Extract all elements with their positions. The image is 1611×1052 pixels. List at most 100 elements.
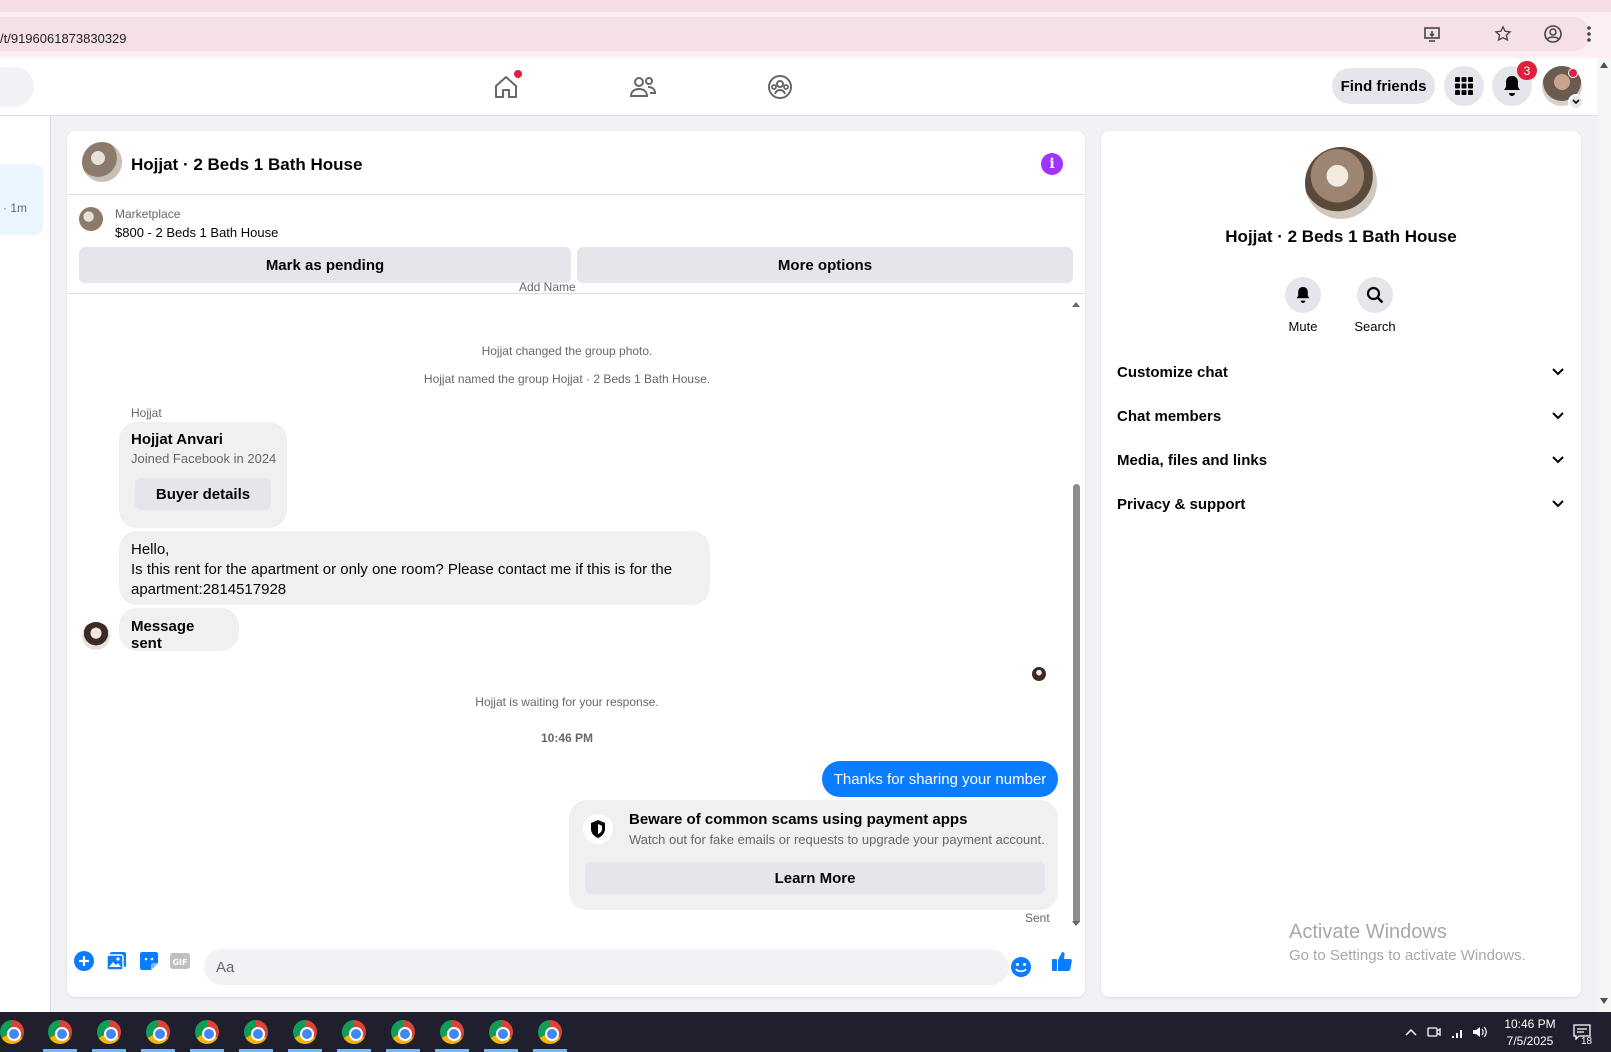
thumbs-up-icon[interactable] — [1050, 949, 1074, 973]
group-avatar[interactable] — [82, 142, 122, 182]
media-files-links-row[interactable]: Media, files and links — [1117, 438, 1565, 482]
more-options-button[interactable]: More options — [577, 247, 1073, 283]
outgoing-message[interactable]: Thanks for sharing your number — [822, 761, 1058, 797]
find-friends-button[interactable]: Find friends — [1332, 68, 1435, 104]
mute-label: Mute — [1288, 319, 1318, 334]
friends-icon[interactable] — [628, 72, 658, 102]
taskbar-time[interactable]: 10:46 PM — [1497, 1017, 1563, 1031]
home-notification-dot — [514, 70, 522, 78]
privacy-support-row[interactable]: Privacy & support — [1117, 482, 1565, 526]
timestamp: 10:46 PM — [540, 731, 594, 745]
search-action[interactable]: Search — [1335, 277, 1415, 334]
sticker-icon[interactable] — [137, 949, 161, 973]
chrome-icon[interactable] — [97, 1020, 121, 1044]
browser-top-strip — [0, 0, 1611, 12]
buyer-card: Hojjat Anvari Joined Facebook in 2024 Bu… — [119, 422, 287, 528]
sender-avatar[interactable] — [82, 622, 110, 650]
info-title: Hojjat · 2 Beds 1 Bath House — [1225, 227, 1457, 246]
buyer-details-button[interactable]: Buyer details — [135, 478, 271, 510]
incoming-message[interactable]: Hello, Is this rent for the apartment or… — [119, 531, 710, 605]
chat-list-item-active[interactable]: · 1m — [0, 164, 43, 235]
browser-address-bar: /t/9196061873830329 — [0, 12, 1611, 58]
conversation-info-panel: Hojjat · 2 Beds 1 Bath House Mute Search… — [1101, 131, 1581, 997]
chrome-icon[interactable] — [342, 1020, 366, 1044]
mark-as-pending-button[interactable]: Mark as pending — [79, 247, 571, 283]
bell-icon — [1285, 277, 1321, 313]
message-list: Add Name Hojjat changed the group photo.… — [67, 280, 1085, 933]
facebook-top-nav: Find friends 3 — [0, 58, 1597, 116]
plus-circle-icon[interactable] — [72, 949, 96, 973]
message-line: Is this rent for the apartment or only o… — [131, 561, 673, 598]
volume-icon[interactable] — [1472, 1024, 1488, 1040]
scam-description: Watch out for fake emails or requests to… — [629, 832, 1045, 847]
system-note-named: Hojjat named the group Hojjat · 2 Beds 1… — [423, 372, 711, 386]
network-icon[interactable] — [1450, 1024, 1466, 1040]
chat-members-row[interactable]: Chat members — [1117, 394, 1565, 438]
account-icon[interactable] — [1543, 24, 1563, 44]
search-pill[interactable] — [0, 67, 34, 107]
menu-kebab-icon[interactable] — [1579, 24, 1599, 44]
seen-indicator-avatar — [1032, 667, 1046, 681]
scroll-up-icon[interactable] — [1071, 300, 1081, 308]
message-composer: GIF Aa — [67, 933, 1085, 997]
chrome-icon[interactable] — [244, 1020, 268, 1044]
chrome-icon[interactable] — [0, 1020, 24, 1044]
url-field[interactable]: /t/9196061873830329 — [0, 17, 1590, 51]
info-icon[interactable]: i — [1041, 153, 1063, 175]
chevron-down-icon[interactable] — [1568, 94, 1584, 110]
conversation-panel: Hojjat · 2 Beds 1 Bath House i Marketpla… — [67, 131, 1085, 997]
scroll-down-icon[interactable] — [1600, 998, 1608, 1004]
groups-icon[interactable] — [765, 72, 795, 102]
search-label: Search — [1354, 319, 1396, 334]
menu-grid-button[interactable] — [1444, 66, 1484, 106]
marketplace-listing-bar: Marketplace $800 - 2 Beds 1 Bath House M… — [67, 195, 1085, 294]
activate-windows-subtitle: Go to Settings to activate Windows. — [1289, 947, 1526, 964]
scroll-thumb[interactable] — [1073, 484, 1080, 924]
chrome-icon[interactable] — [391, 1020, 415, 1044]
chrome-icon[interactable] — [293, 1020, 317, 1044]
chrome-icon[interactable] — [489, 1020, 513, 1044]
chrome-icon[interactable] — [440, 1020, 464, 1044]
listing-thumbnail[interactable] — [79, 207, 103, 231]
taskbar-date[interactable]: 7/5/2025 — [1497, 1034, 1563, 1048]
notification-center-count: 18 — [1581, 1036, 1593, 1047]
learn-more-button[interactable]: Learn More — [585, 862, 1045, 894]
listing-title[interactable]: $800 - 2 Beds 1 Bath House — [115, 225, 278, 240]
photo-icon[interactable] — [105, 949, 129, 973]
meet-now-icon[interactable] — [1426, 1024, 1442, 1040]
chrome-icon[interactable] — [146, 1020, 170, 1044]
shield-icon — [583, 814, 613, 844]
emoji-icon[interactable] — [1009, 955, 1033, 979]
row-label: Customize chat — [1117, 363, 1228, 381]
mute-action[interactable]: Mute — [1263, 277, 1343, 334]
clipped-actions-text: Add Name — [519, 280, 576, 294]
buyer-name: Hojjat Anvari — [131, 431, 223, 448]
tray-chevron-up-icon[interactable] — [1403, 1024, 1419, 1040]
scroll-up-icon[interactable] — [1600, 62, 1608, 68]
profile-notification-dot — [1568, 68, 1578, 78]
bell-icon — [1504, 76, 1520, 96]
chevron-down-icon — [1552, 412, 1564, 420]
message-input[interactable]: Aa — [204, 949, 1009, 985]
chrome-icon[interactable] — [195, 1020, 219, 1044]
chrome-icon[interactable] — [538, 1020, 562, 1044]
row-label: Privacy & support — [1117, 495, 1246, 513]
customize-chat-row[interactable]: Customize chat — [1117, 350, 1565, 394]
chevron-down-icon — [1552, 500, 1564, 508]
chevron-down-icon — [1552, 368, 1564, 376]
bookmark-star-icon[interactable] — [1493, 24, 1513, 44]
gif-icon[interactable]: GIF — [168, 949, 192, 973]
windows-taskbar: 10:46 PM 7/5/2025 18 — [0, 1012, 1611, 1052]
conversation-title[interactable]: Hojjat · 2 Beds 1 Bath House — [131, 155, 362, 175]
install-app-icon[interactable] — [1422, 24, 1442, 44]
url-text: /t/9196061873830329 — [0, 31, 127, 46]
message-sent-bubble[interactable]: Message sent — [119, 608, 239, 652]
scam-title: Beware of common scams using payment app… — [629, 811, 968, 828]
message-scrollbar[interactable] — [1071, 302, 1081, 926]
chrome-icon[interactable] — [48, 1020, 72, 1044]
scroll-down-icon[interactable] — [1071, 920, 1081, 928]
chat-list-sidebar: · 1m — [0, 116, 51, 1012]
group-photo[interactable] — [1305, 147, 1377, 219]
page-scrollbar[interactable] — [1597, 58, 1611, 1012]
notification-badge: 3 — [1517, 61, 1537, 80]
